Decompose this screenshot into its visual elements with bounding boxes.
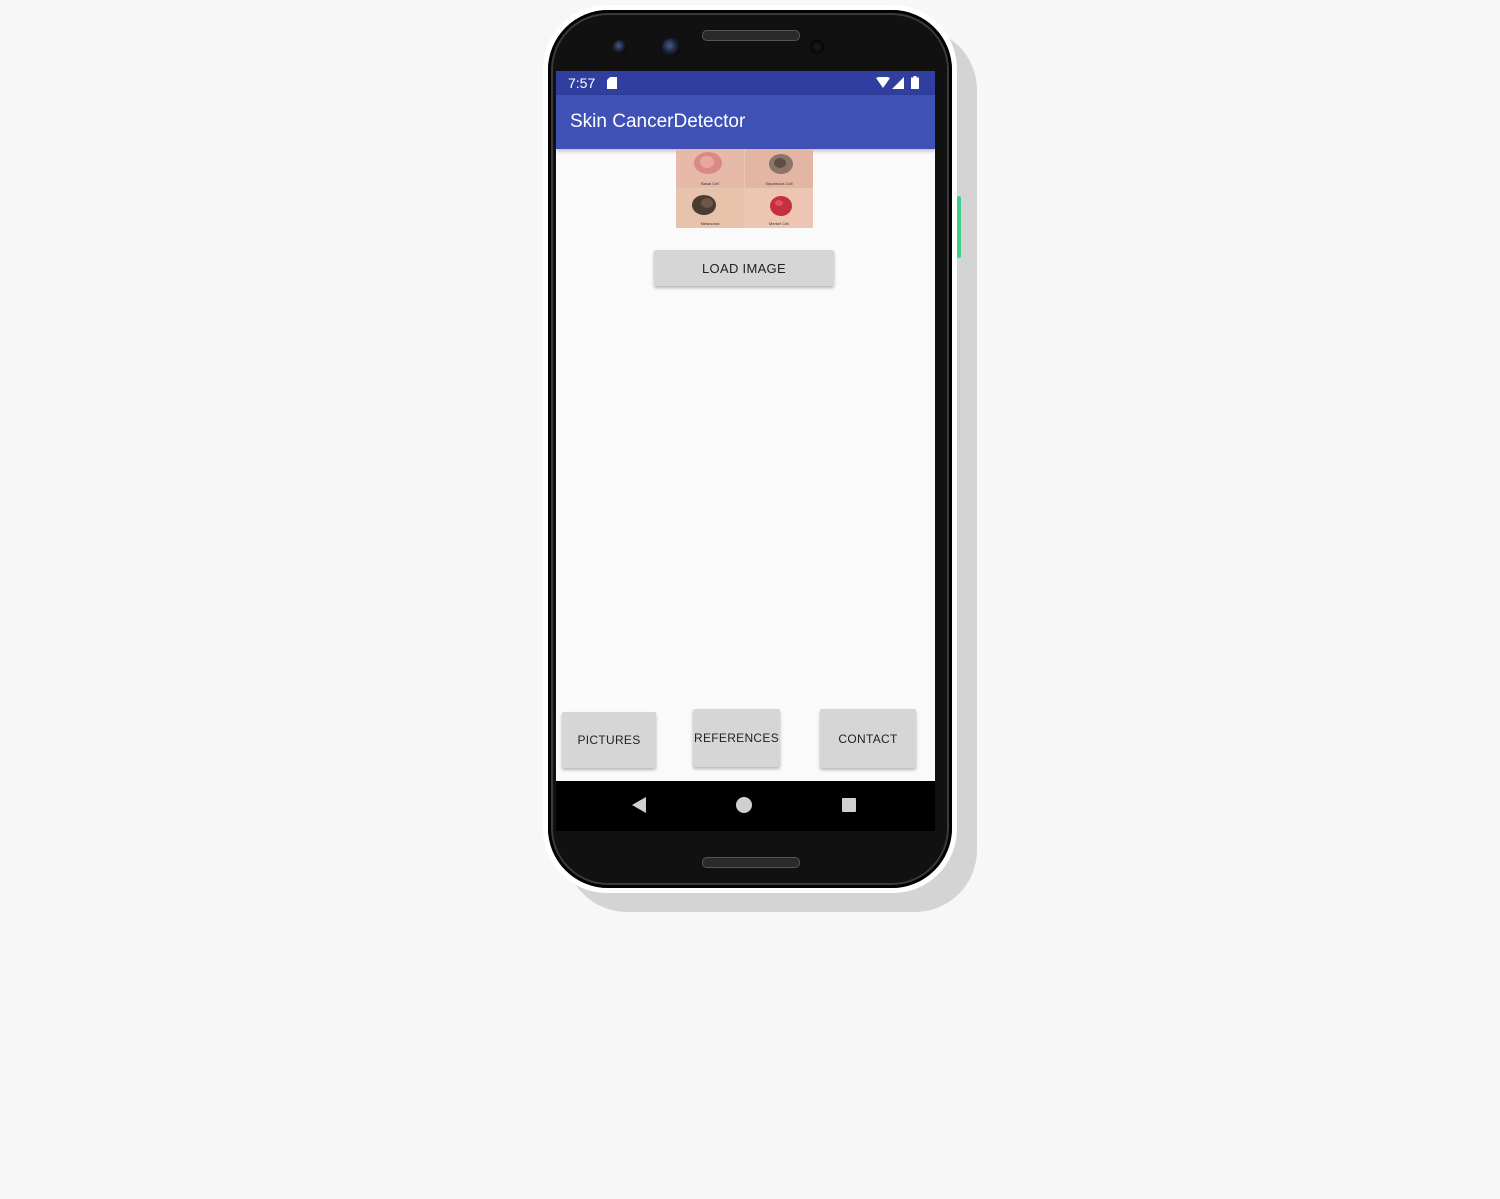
contact-button[interactable]: CONTACT [820, 709, 916, 768]
front-sensor [613, 40, 627, 54]
signal-icon [892, 77, 904, 89]
references-button[interactable]: REFERENCES [693, 709, 780, 767]
pictures-button[interactable]: PICTURES [562, 712, 656, 768]
proximity-sensor [810, 40, 824, 54]
front-camera [662, 38, 681, 57]
bottom-speaker [702, 857, 800, 868]
power-button[interactable] [957, 196, 961, 258]
home-icon[interactable] [736, 797, 752, 813]
app-bar: Skin CancerDetector [556, 95, 935, 149]
skin-cancer-reference-image: Basal Cell Squamous Cell Melanoma Merkel… [676, 149, 813, 228]
back-icon[interactable] [632, 797, 646, 813]
reference-cell: Merkel Cell [745, 189, 813, 228]
earpiece-speaker [702, 30, 800, 41]
app-title: Skin CancerDetector [570, 111, 746, 132]
reference-caption: Basal Cell [700, 181, 719, 186]
reference-caption: Merkel Cell [768, 221, 789, 226]
sd-card-icon [607, 77, 617, 89]
stage: 7:57 Skin CancerDetector Basal Cell Squa… [0, 0, 1500, 1199]
status-bar: 7:57 [556, 71, 935, 95]
reference-caption: Squamous Cell [765, 181, 793, 186]
reference-caption: Melanoma [700, 221, 720, 226]
navigation-bar [556, 781, 935, 831]
reference-cell: Squamous Cell [745, 149, 813, 188]
device-screen: 7:57 Skin CancerDetector Basal Cell Squa… [556, 71, 935, 831]
battery-icon [911, 76, 919, 89]
status-time: 7:57 [568, 75, 596, 91]
volume-button[interactable] [957, 320, 960, 442]
recent-apps-icon[interactable] [842, 798, 856, 812]
reference-cell: Melanoma [676, 189, 744, 228]
load-image-button[interactable]: LOAD IMAGE [654, 250, 834, 286]
reference-cell: Basal Cell [676, 149, 744, 188]
wifi-icon [876, 77, 890, 88]
